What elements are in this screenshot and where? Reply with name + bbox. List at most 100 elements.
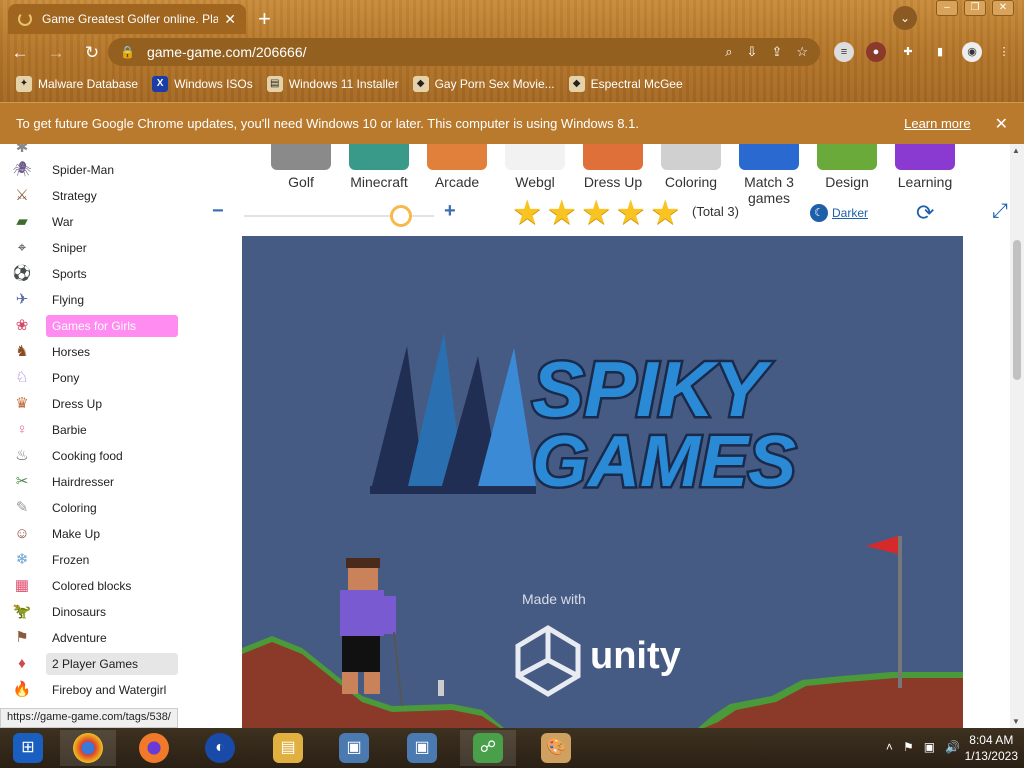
- clock-date: 1/13/2023: [964, 749, 1018, 763]
- sidebar-item-frozen[interactable]: ❄ Frozen: [8, 548, 178, 572]
- close-window-button[interactable]: ✕: [992, 0, 1014, 16]
- back-icon[interactable]: ←: [4, 43, 36, 63]
- sidebar-item-2-player-games[interactable]: ♦ 2 Player Games: [8, 652, 178, 676]
- category-golf[interactable]: Golf: [262, 144, 340, 206]
- url-text[interactable]: game-game.com/206666/: [147, 44, 725, 60]
- menu-kebab-icon[interactable]: ⋮: [994, 42, 1014, 62]
- taskbar-setup-1[interactable]: ▣: [326, 730, 382, 766]
- category-minecraft[interactable]: Minecraft: [340, 144, 418, 206]
- restart-game-icon[interactable]: ⟳: [916, 200, 934, 226]
- network-status-icon[interactable]: ▣: [924, 740, 935, 754]
- sidebar-item-adventure[interactable]: ⚑ Adventure: [8, 626, 178, 650]
- learn-more-link[interactable]: Learn more: [904, 116, 970, 131]
- sidebar-item-dinosaurs[interactable]: 🦖 Dinosaurs: [8, 600, 178, 624]
- bookmark-windows-isos[interactable]: X Windows ISOs: [152, 76, 253, 92]
- scroll-up-icon[interactable]: ▲: [1012, 146, 1020, 155]
- star-icon[interactable]: ★: [650, 196, 680, 230]
- sidebar-item-fireboy-and-watergirl[interactable]: 🔥 Fireboy and Watergirl: [8, 678, 178, 702]
- taskbar-setup-2[interactable]: ▣: [394, 730, 450, 766]
- zoom-out-button[interactable]: −: [212, 200, 224, 223]
- search-icon[interactable]: ⌕: [725, 44, 732, 60]
- taskbar-clock[interactable]: 8:04 AM 1/13/2023: [965, 732, 1018, 764]
- zoom-in-button[interactable]: +: [444, 200, 456, 223]
- scroll-thumb[interactable]: [1013, 240, 1021, 380]
- minimize-button[interactable]: –: [936, 0, 958, 16]
- star-icon[interactable]: ★: [546, 196, 576, 230]
- reload-icon[interactable]: ↻: [76, 43, 108, 63]
- sidebar-item-coloring[interactable]: ✎ Coloring: [8, 496, 178, 520]
- sniper-icon: ⌖: [17, 239, 27, 256]
- main-area: Golf Minecraft Arcade Webgl Dress Up Col…: [192, 144, 1010, 728]
- address-bar[interactable]: 🔒 game-game.com/206666/ ⌕ ⇩ ⇪ ☆: [108, 38, 820, 66]
- taskbar-chrome[interactable]: [60, 730, 116, 766]
- taskbar-file-explorer[interactable]: ▤: [260, 730, 316, 766]
- scroll-down-icon[interactable]: ▼: [1012, 717, 1020, 726]
- show-hidden-icons-icon[interactable]: ˄: [886, 740, 893, 754]
- profile-icon[interactable]: ◉: [962, 42, 982, 62]
- taskbar-network[interactable]: ☍: [460, 730, 516, 766]
- game-canvas[interactable]: SPIKY GAMES Made with unity: [242, 236, 963, 728]
- bookmark-movie[interactable]: ◆ Gay Porn Sex Movie...: [412, 76, 555, 92]
- close-infobar-icon[interactable]: ✕: [995, 114, 1008, 134]
- new-tab-button[interactable]: +: [258, 6, 271, 32]
- share-icon[interactable]: ⇪: [771, 44, 782, 60]
- start-button[interactable]: ⊞: [0, 730, 56, 766]
- sidebar-item-games-for-girls[interactable]: ❀ Games for Girls: [8, 314, 178, 338]
- sidebar-item-sports[interactable]: ⚽ Sports: [8, 262, 178, 286]
- spiky-logo-line1: SPIKY: [532, 345, 772, 433]
- browser-chrome: Game Greatest Golfer online. Pla ✕ + ⌄ –…: [0, 0, 1024, 102]
- bookmark-espectral-mcgee[interactable]: ◆ Espectral McGee: [568, 76, 683, 92]
- link-status-bubble: https://game-game.com/tags/538/: [0, 708, 178, 728]
- taskbar-firefox[interactable]: [126, 730, 182, 766]
- zoom-slider-handle[interactable]: [390, 205, 412, 227]
- fullscreen-icon[interactable]: ⤢: [992, 200, 1008, 223]
- darker-toggle[interactable]: ☾ Darker: [810, 204, 868, 222]
- flag-icon[interactable]: ⚑: [903, 740, 914, 754]
- sidebar-item-make-up[interactable]: ☺ Make Up: [8, 522, 178, 546]
- sidebar-item-hairdresser[interactable]: ✂ Hairdresser: [8, 470, 178, 494]
- star-icon[interactable]: ★: [581, 196, 611, 230]
- category-match-3-games[interactable]: Match 3 games: [730, 144, 808, 206]
- sidebar-item-war[interactable]: ▰ War: [8, 210, 178, 234]
- page-scrollbar[interactable]: ▲ ▼: [1010, 144, 1024, 728]
- extensions-puzzle-icon[interactable]: ✚: [898, 42, 918, 62]
- network-icon: ☍: [473, 733, 503, 763]
- bookmark-star-icon[interactable]: ☆: [796, 44, 808, 60]
- rating-stars: ★ ★ ★ ★ ★: [512, 196, 680, 230]
- side-panel-icon[interactable]: ▮: [930, 42, 950, 62]
- sidebar-item-barbie[interactable]: ♀ Barbie: [8, 418, 178, 442]
- star-icon[interactable]: ★: [512, 196, 542, 230]
- bookmark-malware-database[interactable]: ✦ Malware Database: [16, 76, 138, 92]
- category-design[interactable]: Design: [808, 144, 886, 206]
- sidebar-item-horses[interactable]: ♞ Horses: [8, 340, 178, 364]
- extension-flag-icon[interactable]: ≡: [834, 42, 854, 62]
- tab-search-icon[interactable]: ⌄: [893, 6, 917, 30]
- bookmark-windows-11-installer[interactable]: ▤ Windows 11 Installer: [266, 76, 399, 92]
- coloring-thumb-icon: [661, 144, 721, 170]
- horse-icon: ♞: [15, 343, 29, 360]
- active-tab[interactable]: Game Greatest Golfer online. Pla ✕: [8, 4, 246, 34]
- sidebar-item-dress-up[interactable]: ♛ Dress Up: [8, 392, 178, 416]
- star-icon[interactable]: ★: [615, 196, 645, 230]
- category-arcade[interactable]: Arcade: [418, 144, 496, 206]
- sidebar-item-spider-man[interactable]: 🕷 Spider-Man: [8, 158, 178, 182]
- forward-icon[interactable]: →: [40, 43, 72, 63]
- sidebar-item-pony[interactable]: ♘ Pony: [8, 366, 178, 390]
- volume-icon[interactable]: 🔊: [945, 740, 960, 754]
- taskbar-obama-logo[interactable]: ◐: [192, 730, 248, 766]
- windows-taskbar: ⊞ ◐ ▤ ▣ ▣ ☍ 🎨 ˄ ⚑ ▣ 🔊 8:04 AM 1/13/2023: [0, 728, 1024, 768]
- close-tab-icon[interactable]: ✕: [224, 11, 236, 28]
- sidebar-item-colored-blocks[interactable]: ▦ Colored blocks: [8, 574, 178, 598]
- sidebar-item-cooking-food[interactable]: ♨ Cooking food: [8, 444, 178, 468]
- install-icon[interactable]: ⇩: [747, 44, 758, 60]
- pony-icon: ♘: [15, 369, 29, 386]
- category-learning[interactable]: Learning: [886, 144, 964, 206]
- extension-avatar-icon[interactable]: ●: [866, 42, 886, 62]
- sidebar-item-sniper[interactable]: ⌖ Sniper: [8, 236, 178, 260]
- lock-icon[interactable]: 🔒: [120, 45, 135, 59]
- sidebar-item-strategy[interactable]: ⚔ Strategy: [8, 184, 178, 208]
- sidebar-item-flying[interactable]: ✈ Flying: [8, 288, 178, 312]
- maximize-button[interactable]: ❐: [964, 0, 986, 16]
- minecraft-thumb-icon: [349, 144, 409, 170]
- taskbar-paint[interactable]: 🎨: [528, 730, 584, 766]
